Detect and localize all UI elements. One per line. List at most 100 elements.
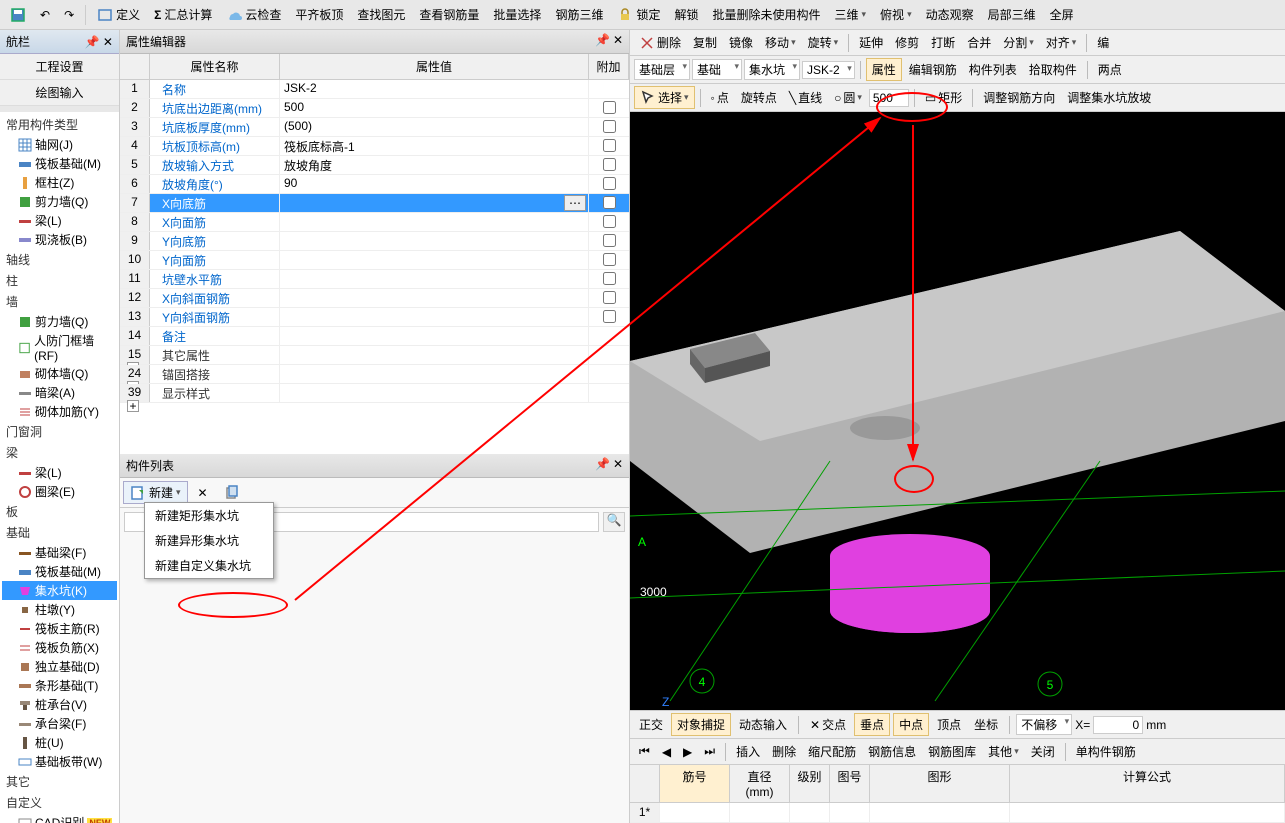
extra-checkbox[interactable] xyxy=(603,120,616,133)
nav-group-wall[interactable]: 墙 xyxy=(2,291,117,312)
top-view-button[interactable]: 俯视 xyxy=(874,4,918,25)
delete-icon[interactable]: ✕ xyxy=(192,484,214,502)
batch-delete-button[interactable]: 批量删除未使用构件 xyxy=(706,4,826,25)
nav-group-slab[interactable]: 板 xyxy=(2,501,117,522)
prop-row[interactable]: 8X向面筋 xyxy=(120,213,629,232)
extra-checkbox[interactable] xyxy=(603,272,616,285)
nav-item-pilecap[interactable]: 桩承台(V) xyxy=(2,695,117,714)
align-top-button[interactable]: 平齐板顶 xyxy=(289,4,349,25)
vtb-comp-list[interactable]: 构件列表 xyxy=(964,59,1022,80)
vtb-rotate[interactable]: 旋转 xyxy=(803,32,844,53)
extra-checkbox[interactable] xyxy=(603,158,616,171)
prop-row[interactable]: 15 +其它属性 xyxy=(120,346,629,365)
nav-item-beam2[interactable]: 梁(L) xyxy=(2,463,117,482)
nav-group-column[interactable]: 柱 xyxy=(2,270,117,291)
prop-row[interactable]: 12X向斜面钢筋 xyxy=(120,289,629,308)
nav-item-sump[interactable]: 集水坑(K) xyxy=(2,581,117,600)
new-irregular-sump[interactable]: 新建异形集水坑 xyxy=(145,528,273,553)
extra-checkbox[interactable] xyxy=(603,139,616,152)
nav-item-slab[interactable]: 现浇板(B) xyxy=(2,230,117,249)
vtb-delete[interactable]: 删除 xyxy=(634,32,686,53)
extra-checkbox[interactable] xyxy=(603,177,616,190)
view-rebar-button[interactable]: 查看钢筋量 xyxy=(413,4,485,25)
new-button[interactable]: 新建 xyxy=(123,481,188,504)
nav-group-common[interactable]: 常用构件类型 xyxy=(2,114,117,135)
btb-perp[interactable]: 垂点 xyxy=(854,713,890,736)
prop-row[interactable]: 3坑底板厚度(mm)(500) xyxy=(120,118,629,137)
btb-offset-mode[interactable]: 不偏移 xyxy=(1016,714,1072,735)
btb-dyn[interactable]: 动态输入 xyxy=(734,714,792,735)
local-3d-button[interactable]: 局部三维 xyxy=(982,4,1042,25)
nav-last[interactable]: ⏭ xyxy=(699,742,720,761)
copy-icon[interactable] xyxy=(218,483,246,503)
dots-button[interactable]: ⋯ xyxy=(564,195,586,211)
nav-group-beam[interactable]: 梁 xyxy=(2,442,117,463)
vtb-adj-slope[interactable]: 调整集水坑放坡 xyxy=(1062,87,1156,108)
x-input[interactable] xyxy=(1093,716,1143,734)
prop-row[interactable]: 24 +锚固搭接 xyxy=(120,365,629,384)
nav-group-axis[interactable]: 轴线 xyxy=(2,249,117,270)
vtb-rect[interactable]: ▭ 矩形 xyxy=(920,87,967,108)
prop-row[interactable]: 14备注 xyxy=(120,327,629,346)
find-button[interactable]: 查找图元 xyxy=(351,4,411,25)
vtb-align[interactable]: 对齐 xyxy=(1041,32,1082,53)
close-icon[interactable]: ✕ xyxy=(613,33,623,50)
vtb-edit-rebar[interactable]: 编辑钢筋 xyxy=(904,59,962,80)
vtb-pick[interactable]: 拾取构件 xyxy=(1024,59,1082,80)
nav-item-slab-band[interactable]: 基础板带(W) xyxy=(2,752,117,771)
prop-row[interactable]: 5放坡输入方式放坡角度 xyxy=(120,156,629,175)
btb-mid[interactable]: 中点 xyxy=(893,713,929,736)
btb-xpoint[interactable]: ✕ 交点 xyxy=(805,714,851,735)
vtb-break[interactable]: 打断 xyxy=(926,32,960,53)
nav-next[interactable]: ▶ xyxy=(678,743,697,761)
btb-snap[interactable]: 对象捕捉 xyxy=(671,713,731,736)
nav-item-ring-beam[interactable]: 圈梁(E) xyxy=(2,482,117,501)
nav-first[interactable]: ⏮ xyxy=(634,742,655,761)
nav-item-masonry-rebar[interactable]: 砌体加筋(Y) xyxy=(2,402,117,421)
nav-item-raft[interactable]: 筏板基础(M) xyxy=(2,154,117,173)
prop-row[interactable]: 13Y向斜面钢筋 xyxy=(120,308,629,327)
nav-item-beam[interactable]: 梁(L) xyxy=(2,211,117,230)
nav-item-found-beam[interactable]: 基础梁(F) xyxy=(2,543,117,562)
vtb-circle[interactable]: ○ 圆 xyxy=(829,87,867,108)
nav-item-cap-beam[interactable]: 承台梁(F) xyxy=(2,714,117,733)
nav-group-foundation[interactable]: 基础 xyxy=(2,522,117,543)
nav-group-custom[interactable]: 自定义 xyxy=(2,792,117,813)
prop-row[interactable]: 2坑底出边距离(mm)500 xyxy=(120,99,629,118)
prop-row[interactable]: 4坑板顶标高(m)筏板底标高-1 xyxy=(120,137,629,156)
extra-checkbox[interactable] xyxy=(603,310,616,323)
sum-button[interactable]: Σ 汇总计算 xyxy=(148,4,218,25)
rn-single[interactable]: 单构件钢筋 xyxy=(1071,741,1141,762)
extra-checkbox[interactable] xyxy=(603,215,616,228)
rebar-3d-button[interactable]: 钢筋三维 xyxy=(549,4,609,25)
circle-value-input[interactable] xyxy=(869,89,909,107)
undo-icon[interactable]: ↶ xyxy=(34,6,56,24)
dd-category[interactable]: 基础 xyxy=(692,59,742,80)
prop-row[interactable]: 1名称JSK-2 xyxy=(120,80,629,99)
rn-close[interactable]: 关闭 xyxy=(1026,741,1060,762)
nav-item-pier[interactable]: 柱墩(Y) xyxy=(2,600,117,619)
nav-item-cad[interactable]: CAD识别 NEW xyxy=(2,813,117,823)
prop-row[interactable]: 11坑壁水平筋 xyxy=(120,270,629,289)
vtb-move[interactable]: 移动 xyxy=(760,32,801,53)
btb-top[interactable]: 顶点 xyxy=(932,714,966,735)
rebar-row[interactable]: 1* xyxy=(630,803,1285,823)
vtb-copy[interactable]: 复制 xyxy=(688,32,722,53)
prop-row[interactable]: 39 +显示样式 xyxy=(120,384,629,403)
lock-button[interactable]: 锁定 xyxy=(611,4,666,25)
nav-group-door[interactable]: 门窗洞 xyxy=(2,421,117,442)
nav-item-column[interactable]: 框柱(Z) xyxy=(2,173,117,192)
prop-row[interactable]: 7X向底筋⋯ xyxy=(120,194,629,213)
nav-item-isolated[interactable]: 独立基础(D) xyxy=(2,657,117,676)
nav-item-axis-grid[interactable]: 轴网(J) xyxy=(2,135,117,154)
pin-icon[interactable]: 📌 xyxy=(595,457,610,474)
nav-tab-draw[interactable]: 绘图输入 xyxy=(0,80,119,106)
nav-item-shearwall[interactable]: 剪力墙(Q) xyxy=(2,192,117,211)
prop-row[interactable]: 10Y向面筋 xyxy=(120,251,629,270)
prop-row[interactable]: 6放坡角度(°)90 xyxy=(120,175,629,194)
nav-prev[interactable]: ◀ xyxy=(657,743,676,761)
new-custom-sump[interactable]: 新建自定义集水坑 xyxy=(145,553,273,578)
vtb-two-point[interactable]: 两点 xyxy=(1093,59,1127,80)
nav-item-raft-main[interactable]: 筏板主筋(R) xyxy=(2,619,117,638)
unlock-button[interactable]: 解锁 xyxy=(668,4,704,25)
